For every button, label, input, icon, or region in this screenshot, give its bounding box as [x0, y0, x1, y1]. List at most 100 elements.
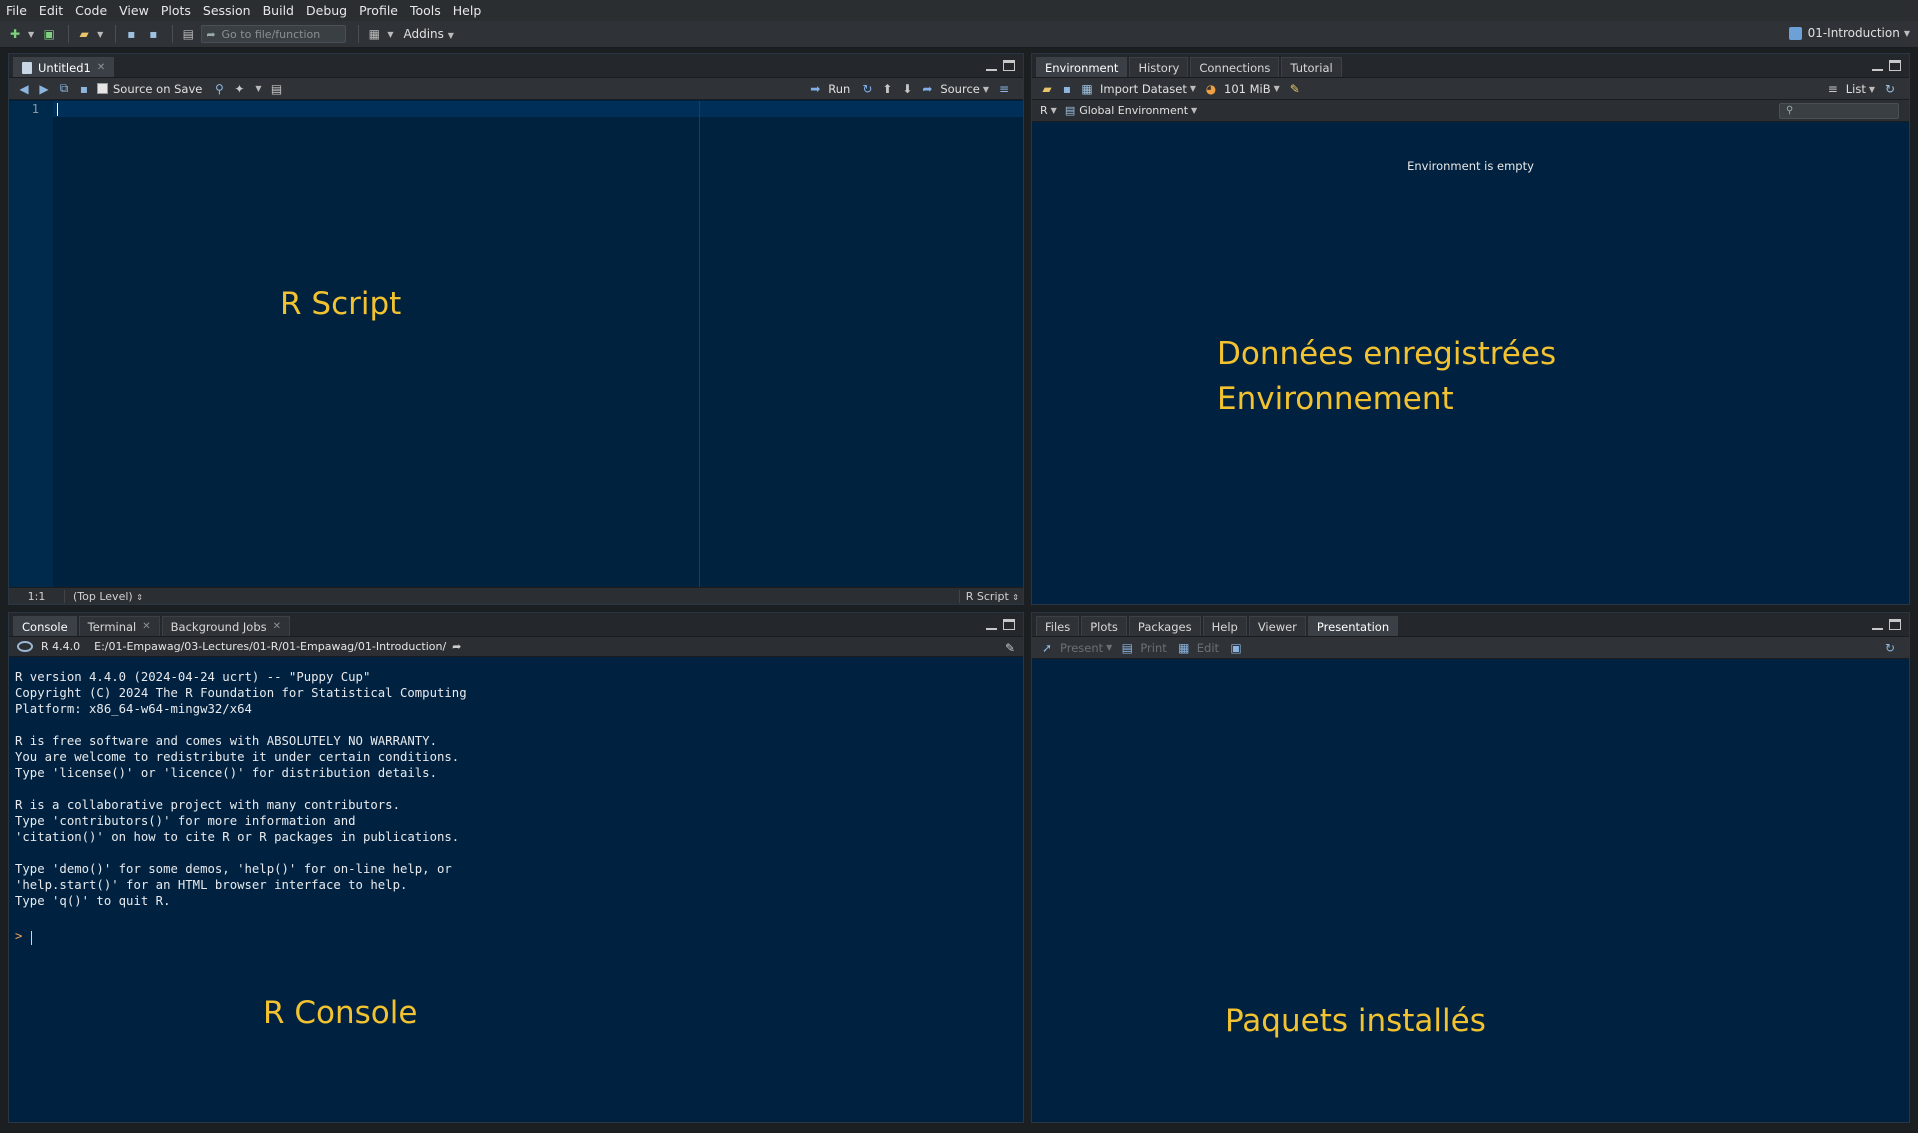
close-tab-icon[interactable]: ✕ — [97, 62, 105, 73]
menu-tools[interactable]: Tools — [410, 3, 441, 18]
tab-tutorial[interactable]: Tutorial — [1281, 57, 1342, 77]
language-selector[interactable]: R — [1040, 104, 1048, 117]
tab-connections[interactable]: Connections — [1190, 57, 1280, 77]
go-up-icon[interactable]: ⬆ — [880, 82, 894, 96]
files-tabstrip: Files Plots Packages Help Viewer Present… — [1032, 613, 1909, 637]
minimize-icon[interactable] — [986, 60, 997, 71]
outline-icon[interactable]: ≡ — [997, 82, 1011, 96]
menu-debug[interactable]: Debug — [306, 3, 347, 18]
menu-help[interactable]: Help — [453, 3, 482, 18]
source-on-save-checkbox[interactable] — [97, 83, 108, 94]
minimize-icon[interactable] — [986, 619, 997, 630]
code-editor[interactable]: 1 — [9, 101, 1023, 587]
rerun-icon[interactable]: ↻ — [860, 82, 874, 96]
save-file-icon[interactable]: ▪ — [77, 82, 91, 96]
edit-button[interactable]: Edit — [1197, 641, 1219, 655]
menu-file[interactable]: File — [6, 3, 27, 18]
label-r-script: R Script — [280, 286, 402, 322]
source-icon[interactable]: ➦ — [920, 82, 934, 96]
publish-icon[interactable]: ▣ — [1229, 641, 1243, 655]
print-button[interactable]: Print — [1140, 641, 1166, 655]
tab-environment[interactable]: Environment — [1036, 57, 1128, 77]
tab-files[interactable]: Files — [1036, 616, 1080, 636]
broom-icon[interactable]: ✎ — [1288, 82, 1302, 96]
source-button[interactable]: Source — [940, 82, 980, 96]
new-file-icon[interactable]: ✚ — [6, 26, 24, 42]
run-button[interactable]: Run — [828, 82, 850, 96]
menu-plots[interactable]: Plots — [161, 3, 191, 18]
import-dataset-button[interactable]: Import Dataset — [1100, 82, 1187, 96]
save-all-icon[interactable]: ▪ — [144, 26, 162, 42]
edit-icon[interactable]: ▦ — [1177, 641, 1191, 655]
menu-profile[interactable]: Profile — [359, 3, 398, 18]
minimize-icon[interactable] — [1872, 619, 1883, 630]
tab-history[interactable]: History — [1129, 57, 1189, 77]
tab-background-jobs[interactable]: Background Jobs ✕ — [161, 616, 291, 636]
run-icon[interactable]: ➡ — [808, 82, 822, 96]
view-mode-selector[interactable]: List — [1846, 82, 1866, 96]
close-tab-icon[interactable]: ✕ — [142, 621, 150, 632]
line-gutter: 1 — [9, 101, 53, 587]
new-project-icon[interactable]: ▣ — [40, 26, 58, 42]
search-icon[interactable]: ⚲ — [212, 82, 226, 96]
global-environment-selector[interactable]: Global Environment — [1079, 104, 1188, 117]
goto-file-input[interactable]: ➦ Go to file/function — [201, 25, 347, 43]
tab-untitled1[interactable]: Untitled1 ✕ — [13, 57, 115, 77]
scope-selector[interactable]: (Top Level) ⇕ — [65, 590, 143, 603]
maximize-icon[interactable] — [1003, 619, 1015, 630]
tab-terminal[interactable]: Terminal ✕ — [78, 616, 160, 636]
tab-packages[interactable]: Packages — [1128, 616, 1201, 636]
tab-viewer[interactable]: Viewer — [1248, 616, 1306, 636]
close-tab-icon[interactable]: ✕ — [273, 621, 281, 632]
tab-console[interactable]: Console — [13, 616, 77, 636]
magic-wand-icon[interactable]: ✦ — [232, 82, 246, 96]
tab-presentation[interactable]: Presentation — [1307, 616, 1399, 636]
present-icon[interactable]: ➚ — [1040, 641, 1054, 655]
clear-console-icon[interactable]: ✎ — [1005, 641, 1015, 655]
maximize-icon[interactable] — [1889, 619, 1901, 630]
import-dataset-icon[interactable]: ▦ — [1080, 82, 1094, 96]
addins-menu[interactable]: Addins ▼ — [403, 27, 453, 41]
file-type-selector[interactable]: R Script ⇕ — [958, 589, 1019, 603]
console-output: R version 4.4.0 (2024-04-24 ucrt) -- "Pu… — [15, 670, 467, 908]
maximize-icon[interactable] — [1889, 60, 1901, 71]
refresh-icon[interactable]: ↻ — [1883, 82, 1897, 96]
forward-arrow-icon[interactable]: ▶ — [37, 82, 51, 96]
source-pane: Untitled1 ✕ ◀ ▶ ⧉ ▪ Source on Save ⚲ ✦ ▼ … — [8, 53, 1024, 605]
menu-build[interactable]: Build — [263, 3, 294, 18]
menubar: File Edit Code View Plots Session Build … — [0, 0, 1918, 21]
source-tabstrip: Untitled1 ✕ — [9, 54, 1023, 78]
current-line-highlight — [53, 101, 1023, 117]
memory-usage[interactable]: 101 MiB — [1224, 82, 1271, 96]
margin-guide — [699, 101, 700, 587]
tab-help[interactable]: Help — [1202, 616, 1247, 636]
workspace-panes-icon[interactable]: ▦ — [365, 26, 383, 42]
save-icon[interactable]: ▪ — [122, 26, 140, 42]
minimize-icon[interactable] — [1872, 60, 1883, 71]
menu-edit[interactable]: Edit — [39, 3, 63, 18]
console-prompt: > — [15, 929, 23, 943]
compile-report-icon[interactable]: ▤ — [270, 82, 284, 96]
environment-search-input[interactable]: ⚲ — [1779, 103, 1899, 119]
menu-view[interactable]: View — [119, 3, 149, 18]
source-toolbar: ◀ ▶ ⧉ ▪ Source on Save ⚲ ✦ ▼ ▤ ➡ Run ↻ ⬆ … — [9, 78, 1023, 100]
save-workspace-icon[interactable]: ▪ — [1060, 82, 1074, 96]
maximize-icon[interactable] — [1003, 60, 1015, 71]
menu-code[interactable]: Code — [75, 3, 107, 18]
go-down-icon[interactable]: ⬇ — [900, 82, 914, 96]
open-file-icon[interactable]: ▰ — [75, 26, 93, 42]
environment-subbar: R ▼ ▤ Global Environment ▼ ⚲ — [1032, 100, 1909, 122]
goto-directory-icon[interactable]: ➦ — [452, 640, 461, 653]
tab-plots[interactable]: Plots — [1081, 616, 1127, 636]
menu-session[interactable]: Session — [203, 3, 251, 18]
r-version-label: R 4.4.0 — [41, 640, 81, 653]
environment-toolbar: ▰ ▪ ▦ Import Dataset ▼ ◕ 101 MiB ▼ ✎ ≡ Lis… — [1032, 78, 1909, 100]
print-icon[interactable]: ▤ — [179, 26, 197, 42]
refresh-icon[interactable]: ↻ — [1883, 641, 1897, 655]
print-icon[interactable]: ▤ — [1120, 641, 1134, 655]
back-arrow-icon[interactable]: ◀ — [17, 82, 31, 96]
present-button[interactable]: Present — [1060, 641, 1103, 655]
project-menu[interactable]: 01-Introduction ▼ — [1788, 26, 1910, 40]
show-in-window-icon[interactable]: ⧉ — [57, 81, 71, 96]
load-workspace-icon[interactable]: ▰ — [1040, 82, 1054, 96]
